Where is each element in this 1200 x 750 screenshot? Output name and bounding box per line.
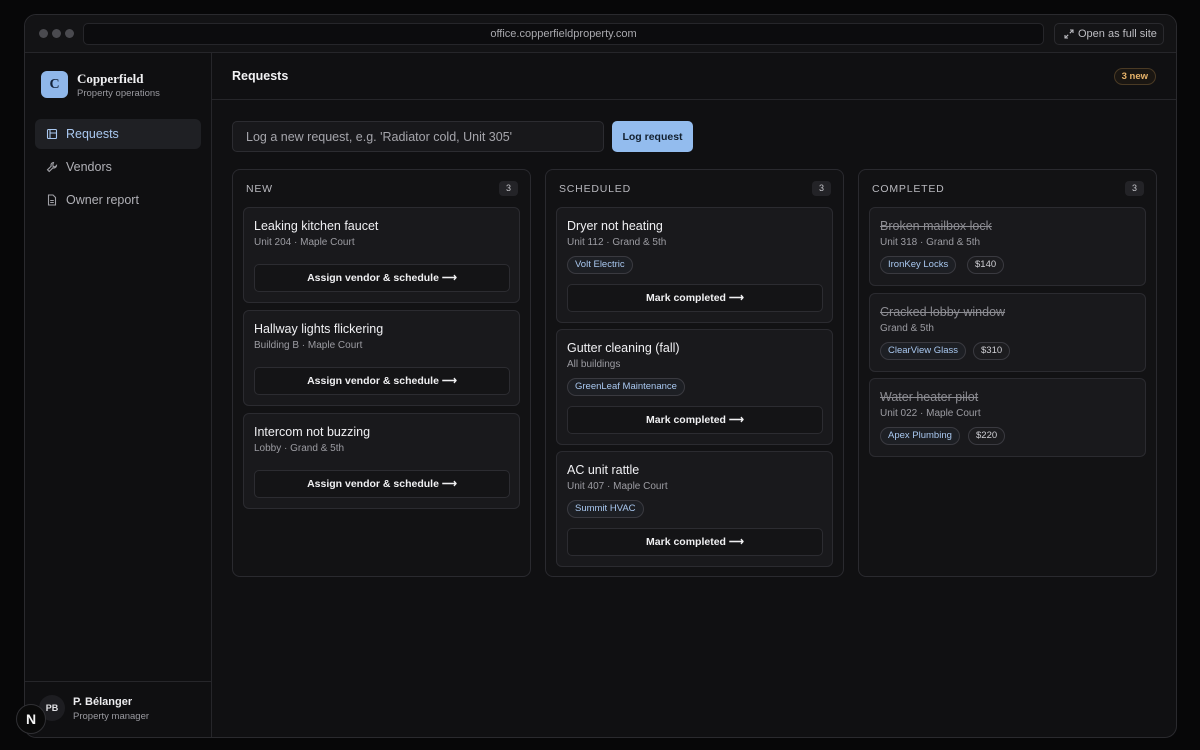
sidebar: C Copperfield Property operations Reques… [25, 53, 212, 737]
vendor-chip: Apex Plumbing [880, 427, 960, 445]
open-full-site-label: Open as full site [1078, 28, 1157, 40]
window-maximize-dot[interactable] [65, 29, 74, 38]
column-scheduled: SCHEDULED 3 Dryer not heating Unit 112 ·… [545, 169, 844, 577]
sidebar-item-requests[interactable]: Requests [35, 119, 201, 149]
column-title: NEW [246, 183, 273, 195]
vendor-chip: IronKey Locks [880, 256, 957, 274]
mark-completed-button[interactable]: Mark completed ⟶ [567, 528, 823, 556]
window-close-dot[interactable] [39, 29, 48, 38]
sidebar-item-label: Requests [66, 127, 119, 141]
card-location: Unit 318 · Grand & 5th [880, 237, 981, 248]
vendor-chip: GreenLeaf Maintenance [567, 378, 685, 396]
request-card[interactable]: Gutter cleaning (fall) All buildings Gre… [556, 329, 833, 445]
request-card[interactable]: Leaking kitchen faucet Unit 204 · Maple … [243, 207, 520, 303]
card-title: AC unit rattle [567, 463, 640, 477]
card-title: Intercom not buzzing [254, 425, 371, 439]
user-role: Property manager [73, 711, 150, 722]
sidebar-item-vendors[interactable]: Vendors [35, 152, 201, 182]
card-title: Leaking kitchen faucet [254, 219, 379, 233]
cost-chip: $220 [968, 427, 1006, 445]
column-title: SCHEDULED [559, 183, 631, 195]
sidebar-item-label: Vendors [66, 160, 112, 174]
column-title: COMPLETED [872, 183, 945, 195]
url-bar[interactable]: office.copperfieldproperty.com [83, 23, 1044, 45]
card-title: Dryer not heating [567, 219, 663, 233]
new-count-badge: 3 new [1113, 68, 1156, 85]
vendor-chip: Summit HVAC [567, 500, 644, 518]
assign-vendor-button[interactable]: Assign vendor & schedule ⟶ [254, 470, 510, 498]
mark-completed-button[interactable]: Mark completed ⟶ [567, 406, 823, 434]
card-title: Hallway lights flickering [254, 322, 384, 336]
mark-completed-button[interactable]: Mark completed ⟶ [567, 284, 823, 312]
column-completed: COMPLETED 3 Broken mailbox lock Unit 318… [858, 169, 1157, 577]
column-count: 3 [812, 181, 831, 196]
card-location: All buildings [567, 359, 621, 370]
request-card[interactable]: Dryer not heating Unit 112 · Grand & 5th… [556, 207, 833, 323]
column-count: 3 [499, 181, 518, 196]
main-content: Requests 3 new Log request NEW 3 Leaking… [212, 53, 1176, 737]
brand-name: Copperfield [77, 71, 144, 86]
completed-card[interactable]: Broken mailbox lock Unit 318 · Grand & 5… [869, 207, 1146, 286]
card-title: Water heater pilot [880, 390, 979, 404]
cost-chip: $140 [967, 256, 1005, 274]
request-card[interactable]: Hallway lights flickering Building B · M… [243, 310, 520, 406]
browser-toolbar: office.copperfieldproperty.com Open as f… [25, 15, 1176, 53]
brand-logo: C [41, 71, 68, 98]
column-count: 3 [1125, 181, 1144, 196]
completed-card[interactable]: Cracked lobby window Grand & 5th ClearVi… [869, 293, 1146, 372]
window-minimize-dot[interactable] [52, 29, 61, 38]
user-profile[interactable]: PB P. Bélanger Property manager [25, 681, 211, 737]
log-request-button[interactable]: Log request [612, 121, 693, 152]
card-location: Unit 407 · Maple Court [567, 481, 668, 492]
page-title: Requests [232, 69, 289, 83]
document-icon [47, 194, 57, 206]
brand-subtitle: Property operations [77, 88, 160, 99]
card-location: Grand & 5th [880, 323, 934, 334]
card-title: Cracked lobby window [880, 305, 1006, 319]
sidebar-item-owner-report[interactable]: Owner report [35, 185, 201, 215]
card-location: Unit 204 · Maple Court [254, 237, 355, 248]
completed-card[interactable]: Water heater pilot Unit 022 · Maple Cour… [869, 378, 1146, 457]
request-card[interactable]: Intercom not buzzing Lobby · Grand & 5th… [243, 413, 520, 509]
new-request-input[interactable] [232, 121, 604, 152]
expand-icon [1064, 29, 1074, 39]
card-title: Gutter cleaning (fall) [567, 341, 680, 355]
card-location: Lobby · Grand & 5th [254, 443, 345, 454]
card-location: Building B · Maple Court [254, 340, 363, 351]
wrench-icon [46, 161, 58, 173]
open-full-site-button[interactable]: Open as full site [1054, 23, 1164, 45]
requests-icon [46, 128, 58, 140]
vendor-chip: ClearView Glass [880, 342, 967, 360]
cost-chip: $310 [973, 342, 1011, 360]
column-new: NEW 3 Leaking kitchen faucet Unit 204 · … [232, 169, 531, 577]
assign-vendor-button[interactable]: Assign vendor & schedule ⟶ [254, 264, 510, 292]
assign-vendor-button[interactable]: Assign vendor & schedule ⟶ [254, 367, 510, 395]
card-location: Unit 022 · Maple Court [880, 408, 981, 419]
card-title: Broken mailbox lock [880, 219, 992, 233]
dev-overlay-badge[interactable]: N [16, 704, 46, 734]
vendor-chip: Volt Electric [567, 256, 633, 274]
card-location: Unit 112 · Grand & 5th [567, 237, 667, 248]
request-card[interactable]: AC unit rattle Unit 407 · Maple Court Su… [556, 451, 833, 567]
page-header: Requests 3 new [212, 53, 1176, 100]
user-name: P. Bélanger [73, 696, 133, 708]
sidebar-item-label: Owner report [66, 193, 139, 207]
browser-window: office.copperfieldproperty.com Open as f… [24, 14, 1177, 738]
